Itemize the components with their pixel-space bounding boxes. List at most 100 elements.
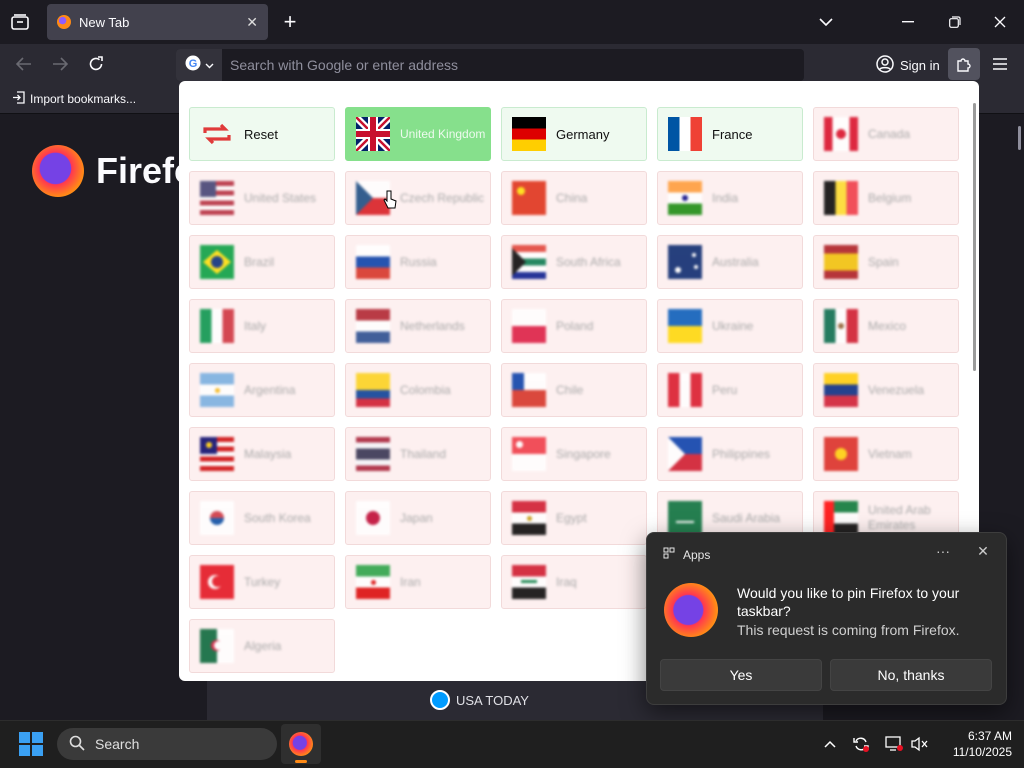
sign-in-label: Sign in [900,57,940,73]
united-states-flag-icon [200,181,234,215]
list-all-tabs-chevron-down-icon[interactable] [814,10,838,34]
country-button-canada[interactable]: Canada [813,107,959,161]
country-name: Vietnam [868,446,912,461]
poland-flag-icon [512,309,546,343]
forward-arrow-icon[interactable] [48,52,72,76]
spain-flag-icon [824,245,858,279]
tray-chevron-up-icon[interactable] [820,734,840,754]
country-button-malaysia[interactable]: Malaysia [189,427,335,481]
country-name: Czech Republic [400,190,485,205]
more-options-icon[interactable]: ··· [933,543,953,563]
country-button-netherlands[interactable]: Netherlands [345,299,491,353]
search-engine-selector[interactable]: G [176,49,222,81]
country-button-singapore[interactable]: Singapore [501,427,647,481]
hamburger-menu-icon[interactable] [990,52,1010,76]
country-button-italy[interactable]: Italy [189,299,335,353]
import-icon [12,91,25,107]
notification-header: Apps [663,547,710,562]
country-button-poland[interactable]: Poland [501,299,647,353]
reload-icon[interactable] [84,52,108,76]
usa-today-story-link[interactable]: USA TODAY [430,690,529,710]
windows-start-icon[interactable] [18,731,44,757]
country-button-france[interactable]: France [657,107,803,161]
network-icon[interactable] [883,734,905,754]
country-button-germany[interactable]: Germany [501,107,647,161]
country-button-united-kingdom[interactable]: United Kingdom [345,107,491,161]
country-button-algeria[interactable]: Algeria [189,619,335,673]
country-button-thailand[interactable]: Thailand [345,427,491,481]
country-name: United Kingdom [400,126,486,141]
country-button-venezuela[interactable]: Venezuela [813,363,959,417]
clock-date: 11/10/2025 [952,745,1012,759]
country-name: Singapore [556,446,611,461]
clock-time: 6:37 AM [967,729,1012,743]
import-bookmarks-button[interactable]: Import bookmarks... [12,91,136,107]
country-name: Egypt [556,510,587,525]
country-button-south-africa[interactable]: South Africa [501,235,647,289]
sync-update-icon[interactable] [850,734,872,754]
volume-muted-icon[interactable] [909,734,931,754]
country-button-japan[interactable]: Japan [345,491,491,545]
url-input[interactable] [222,57,804,73]
tab-new-tab[interactable]: New Tab ✕ [47,4,268,40]
back-arrow-icon[interactable] [12,52,36,76]
country-button-argentina[interactable]: Argentina [189,363,335,417]
country-name: Malaysia [244,446,292,461]
close-window-icon[interactable] [988,10,1012,34]
country-name: Turkey [244,574,281,589]
south-korea-flag-icon [200,501,234,535]
country-button-south-korea[interactable]: South Korea [189,491,335,545]
germany-flag-icon [512,117,546,151]
system-clock[interactable]: 6:37 AM 11/10/2025 [940,728,1012,760]
close-tab-icon[interactable]: ✕ [246,14,258,31]
taskbar-firefox-button[interactable] [281,724,321,764]
close-notification-icon[interactable]: ✕ [973,543,993,563]
story-source-label: USA TODAY [456,692,529,708]
country-button-turkey[interactable]: Turkey [189,555,335,609]
taskbar-search-box[interactable]: Search [57,728,277,760]
country-name: Ukraine [712,318,754,333]
country-button-egypt[interactable]: Egypt [501,491,647,545]
country-button-australia[interactable]: Australia [657,235,803,289]
country-button-philippines[interactable]: Philippines [657,427,803,481]
country-button-russia[interactable]: Russia [345,235,491,289]
import-bookmarks-label: Import bookmarks... [30,92,137,106]
country-button-brazil[interactable]: Brazil [189,235,335,289]
minimize-icon[interactable] [896,10,920,34]
country-button-czech-republic[interactable]: Czech Republic [345,171,491,225]
tab-list-icon[interactable] [8,10,32,34]
country-button-mexico[interactable]: Mexico [813,299,959,353]
extensions-puzzle-icon[interactable] [948,48,980,80]
iraq-flag-icon [512,565,546,599]
country-button-iran[interactable]: Iran [345,555,491,609]
country-button-china[interactable]: China [501,171,647,225]
popup-scrollbar[interactable] [973,103,976,371]
japan-flag-icon [356,501,390,535]
country-button-peru[interactable]: Peru [657,363,803,417]
page-scrollbar[interactable] [1018,126,1021,150]
reset-button[interactable]: Reset [189,107,335,161]
country-name: Thailand [400,446,447,461]
country-button-chile[interactable]: Chile [501,363,647,417]
country-button-vietnam[interactable]: Vietnam [813,427,959,481]
chile-flag-icon [512,373,546,407]
country-button-spain[interactable]: Spain [813,235,959,289]
notification-app-name: Apps [683,547,711,562]
new-tab-icon[interactable]: + [278,9,302,34]
address-bar[interactable]: G [176,49,804,81]
restore-icon[interactable] [943,10,967,34]
egypt-flag-icon [512,501,546,535]
country-name: Iran [400,574,421,589]
country-button-ukraine[interactable]: Ukraine [657,299,803,353]
no-thanks-button[interactable]: No, thanks [830,659,992,691]
country-button-belgium[interactable]: Belgium [813,171,959,225]
country-button-united-states[interactable]: United States [189,171,335,225]
yes-button[interactable]: Yes [660,659,822,691]
country-name: Poland [556,318,594,333]
sign-in-button[interactable]: Sign in [870,50,942,80]
country-button-colombia[interactable]: Colombia [345,363,491,417]
running-indicator [295,760,307,763]
country-button-india[interactable]: India [657,171,803,225]
country-name: Iraq [556,574,577,589]
country-button-iraq[interactable]: Iraq [501,555,647,609]
